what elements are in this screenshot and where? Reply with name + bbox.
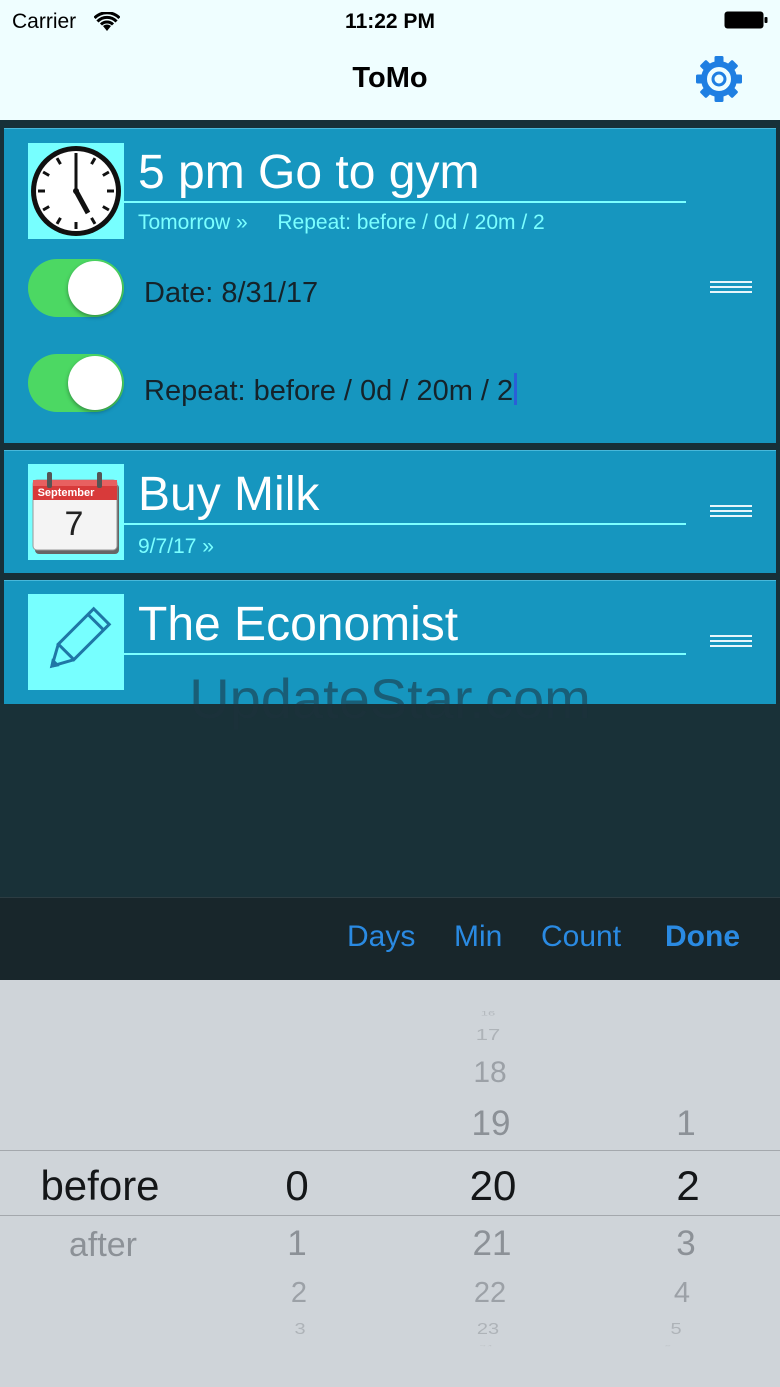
battery-icon xyxy=(724,11,768,29)
clock-icon xyxy=(31,146,121,236)
drag-handle-icon[interactable] xyxy=(710,635,752,649)
page-title: ToMo xyxy=(352,62,428,94)
task-title[interactable]: 5 pm Go to gym xyxy=(138,145,479,200)
title-underline xyxy=(124,523,686,525)
task-icon-box: September 7 xyxy=(28,464,124,560)
status-bar: Carrier 11:22 PM xyxy=(0,6,780,36)
picker-selected-value[interactable]: 0 xyxy=(237,1162,357,1210)
days-button[interactable]: Days xyxy=(347,920,415,954)
repeat-toggle[interactable] xyxy=(28,354,124,412)
picker-selected-value[interactable]: 20 xyxy=(433,1162,553,1210)
task-when[interactable]: 9/7/17 » xyxy=(138,535,214,558)
picker-value[interactable]: 3 xyxy=(626,1224,746,1264)
gear-icon[interactable] xyxy=(694,54,744,104)
task-repeat-summary: Repeat: before / 0d / 20m / 2 xyxy=(277,211,545,234)
drag-handle-icon[interactable] xyxy=(710,281,752,295)
picker-value[interactable]: 16 xyxy=(428,1010,548,1017)
picker-value[interactable]: 1 xyxy=(237,1224,357,1264)
done-button[interactable]: Done xyxy=(665,920,740,954)
date-option-label: Date: 8/31/17 xyxy=(144,277,319,309)
picker-value[interactable]: 6 xyxy=(608,1344,728,1346)
picker-value[interactable]: 3 xyxy=(240,1320,360,1338)
picker-value[interactable]: 19 xyxy=(431,1104,551,1144)
repeat-option-label: Repeat: before / 0d / 20m / 2 xyxy=(144,375,514,407)
selection-line-bottom xyxy=(0,1215,780,1216)
min-button[interactable]: Min xyxy=(454,920,502,954)
picker-value[interactable]: 21 xyxy=(432,1224,552,1264)
calendar-month: September xyxy=(38,487,96,499)
count-button[interactable]: Count xyxy=(541,920,621,954)
task-list: 5 pm Go to gym Tomorrow » Repeat: before… xyxy=(0,120,780,704)
task-card[interactable]: September 7 Buy Milk 9/7/17 » xyxy=(4,450,776,573)
task-subtitle[interactable]: 9/7/17 » xyxy=(138,535,214,559)
task-subtitle[interactable]: Tomorrow » Repeat: before / 0d / 20m / 2 xyxy=(138,211,545,235)
watermark: UpdateStar.com xyxy=(189,667,591,730)
picker-value[interactable]: 4 xyxy=(622,1277,742,1310)
picker-selected-value[interactable]: before xyxy=(10,1162,190,1210)
calendar-icon: September 7 xyxy=(32,472,119,554)
picker-value[interactable]: 17 xyxy=(428,1026,548,1044)
picker-selected-value[interactable]: 2 xyxy=(628,1162,748,1210)
navigation-bar: Carrier 11:22 PM ToMo xyxy=(0,0,780,120)
selection-line-top xyxy=(0,1150,780,1151)
date-toggle[interactable] xyxy=(28,259,124,317)
title-underline xyxy=(124,653,686,655)
picker-value[interactable]: after xyxy=(43,1226,163,1265)
repeat-option-field[interactable]: Repeat: before / 0d / 20m / 2 xyxy=(144,373,518,408)
text-cursor xyxy=(514,373,518,405)
drag-handle-icon[interactable] xyxy=(710,505,752,519)
picker-value[interactable]: 24 xyxy=(426,1344,546,1346)
task-card[interactable]: 5 pm Go to gym Tomorrow » Repeat: before… xyxy=(4,128,776,443)
picker-value[interactable]: 1 xyxy=(626,1104,746,1144)
picker-value[interactable]: 18 xyxy=(430,1056,550,1090)
picker-value[interactable]: 5 xyxy=(616,1320,736,1338)
picker-value[interactable]: 2 xyxy=(239,1277,359,1310)
picker-value[interactable]: 23 xyxy=(428,1320,548,1338)
picker-toolbar: Days Min Count Done xyxy=(0,897,780,981)
picker-value[interactable]: 22 xyxy=(430,1277,550,1310)
task-icon-box xyxy=(28,143,124,239)
clock-time: 11:22 PM xyxy=(345,10,435,33)
repeat-picker[interactable]: before after 0 1 2 3 16 17 18 19 20 21 2… xyxy=(0,980,780,1387)
task-title[interactable]: The Economist xyxy=(138,597,458,652)
calendar-day: 7 xyxy=(65,505,84,543)
title-underline xyxy=(124,201,686,203)
task-when[interactable]: Tomorrow » xyxy=(138,211,248,234)
task-title[interactable]: Buy Milk xyxy=(138,467,319,522)
